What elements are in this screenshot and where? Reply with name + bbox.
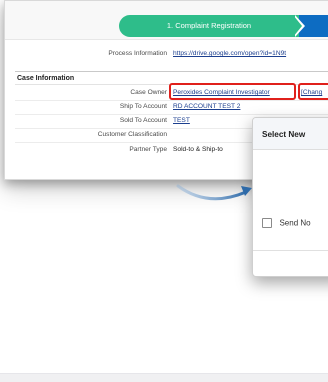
section-divider (15, 71, 328, 72)
row-divider (15, 114, 328, 115)
send-notification-label: Send No (279, 218, 311, 228)
customer-classification-label: Customer Classification (97, 131, 167, 138)
callout-arrow-head (241, 186, 252, 196)
row-divider (15, 100, 328, 101)
dialog-footer-divider (253, 250, 328, 251)
send-notification-option[interactable]: Send No (262, 214, 311, 232)
partner-type-label: Partner Type (129, 146, 167, 153)
select-new-owner-dialog: Select New Send No (252, 117, 328, 277)
ship-to-account-label: Ship To Account (119, 103, 167, 110)
path-chevron-fill (293, 15, 302, 37)
path-bar: 1. Complaint Registration (5, 1, 328, 40)
sold-to-account-label: Sold To Account (119, 117, 167, 124)
case-owner-label: Case Owner (130, 89, 167, 96)
send-notification-checkbox[interactable] (262, 217, 272, 228)
process-information-link[interactable]: https://drive.google.com/open?id=1N9t (173, 50, 286, 57)
change-link-highlight (298, 83, 328, 100)
ship-to-account-row: Ship To Account RD ACCOUNT TEST 2 (5, 103, 328, 114)
dialog-title: Select New (262, 130, 306, 139)
partner-type-value: Sold-to & Ship-to (173, 146, 223, 153)
process-information-row: Process Information https://drive.google… (5, 50, 328, 61)
callout-arrow-shaft (176, 184, 248, 201)
path-step-complaint-registration[interactable]: 1. Complaint Registration (119, 15, 299, 37)
case-information-title: Case Information (17, 75, 75, 82)
ship-to-account-link[interactable]: RD ACCOUNT TEST 2 (173, 103, 240, 110)
process-information-label: Process Information (108, 50, 167, 57)
sold-to-account-link[interactable]: TEST (173, 117, 190, 124)
case-owner-highlight (169, 83, 296, 100)
dialog-header: Select New (253, 118, 328, 150)
